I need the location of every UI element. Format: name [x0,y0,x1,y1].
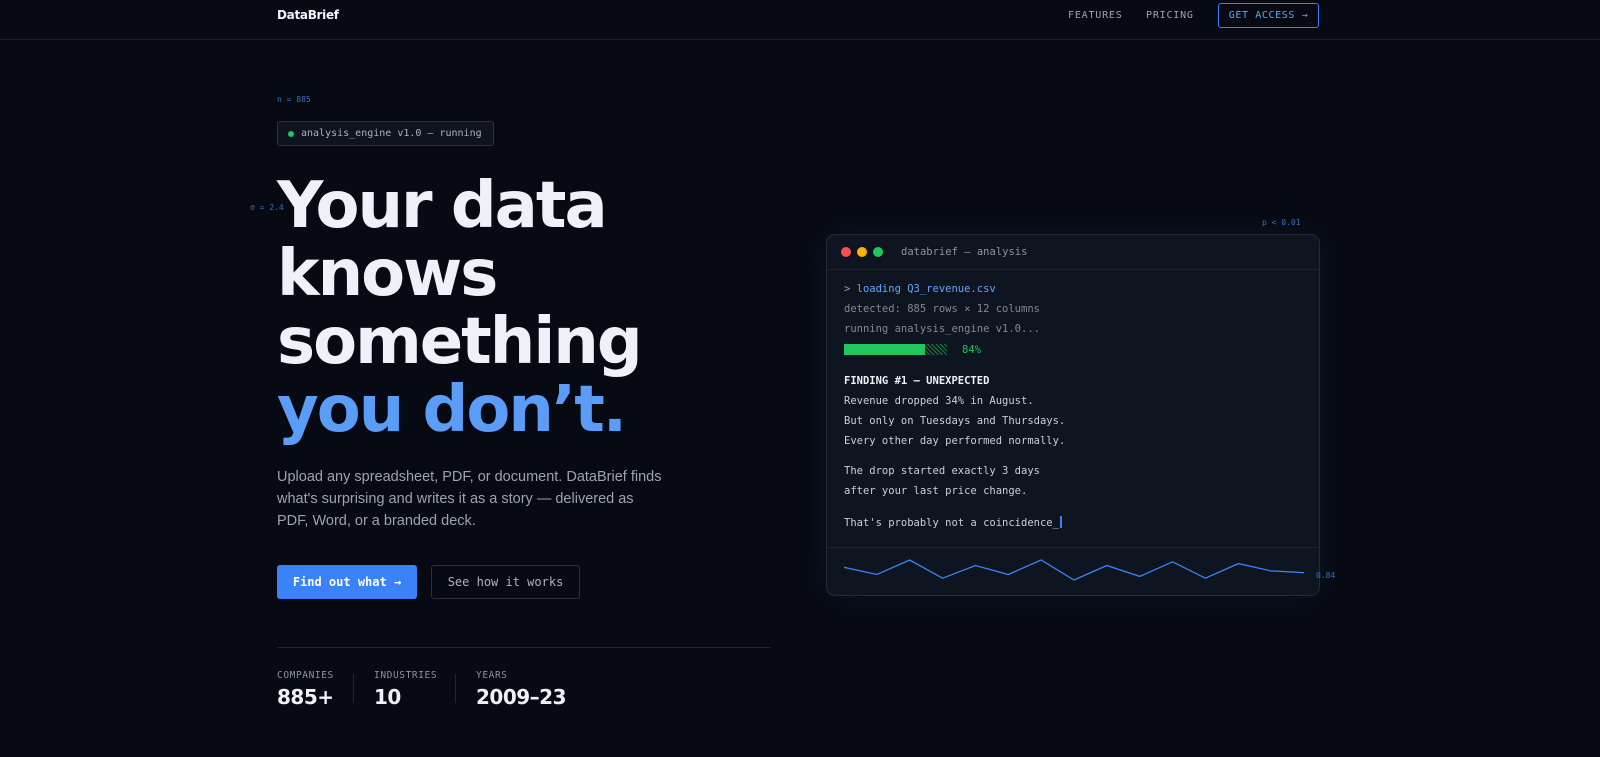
finding-title: FINDING #1 — UNEXPECTED [844,375,990,387]
finding-line: Revenue dropped 34% in August. [844,395,1034,407]
progress-bar [844,344,956,355]
status-badge: analysis_engine v1.0 — running [277,121,494,146]
terminal-window: databrief — analysis > loading Q3_revenu… [826,234,1320,596]
headline-line-3: something [277,305,643,379]
see-how-it-works-button[interactable]: See how it works [431,565,580,599]
close-dot-icon [841,247,851,257]
stat-label: INDUSTRIES [374,670,438,681]
stat-label: COMPANIES [277,670,334,681]
annotation-r: 0.84 [1316,571,1336,580]
hero-headline: Your data knows something you don’t. [277,169,643,447]
progress-label: 84% [962,344,981,356]
nav-link-features[interactable]: FEATURES [1068,10,1123,21]
stat-value: 2009–23 [476,685,567,709]
hero-subtext: Upload any spreadsheet, PDF, or document… [277,469,662,529]
stat-value: 10 [374,685,401,709]
top-nav: DataBrief FEATURES PRICING GET ACCESS → [0,0,1600,40]
sparkline-path [844,559,1304,581]
terminal-title: databrief — analysis [901,246,1028,258]
stat-years: YEARS 2009–23 [476,670,567,709]
annotation-p: p < 0.01 [1262,218,1301,227]
stat-label: YEARS [476,670,508,681]
stat-value: 885+ [277,685,334,709]
progress-fill [844,344,925,355]
stat-separator [353,674,354,703]
get-access-button[interactable]: GET ACCESS → [1218,3,1319,28]
terminal-command: > loading Q3_revenue.csv [844,283,996,295]
finding-line: But only on Tuesdays and Thursdays. [844,415,1066,427]
sparkline [844,559,1304,581]
drop-line: after your last price change. [844,485,1028,497]
stat-companies: COMPANIES 885+ [277,670,334,709]
nav-link-pricing[interactable]: PRICING [1146,10,1194,21]
status-dot-icon [288,130,294,137]
annotation-n: n = 885 [277,95,311,104]
headline-line-1: Your data [277,169,608,243]
terminal-footer-divider [827,547,1319,548]
terminal-running: running analysis_engine v1.0... [844,323,1040,335]
terminal-detected: detected: 885 rows × 12 columns [844,303,1040,315]
minimize-dot-icon [857,247,867,257]
progress-remaining [925,344,947,355]
conclusion-text: That's probably not a coincidence_ [844,517,1059,529]
progress-row: 84% [844,344,1004,356]
terminal-titlebar: databrief — analysis [827,235,1319,270]
maximize-dot-icon [873,247,883,257]
headline-accent: you don’t. [277,373,627,447]
stat-industries: INDUSTRIES 10 [374,670,437,709]
finding-line: Every other day performed normally. [844,435,1066,447]
stats-divider [277,647,771,648]
find-out-what-button[interactable]: Find out what → [277,565,417,599]
drop-line: The drop started exactly 3 days [844,465,1040,477]
conclusion-line: That's probably not a coincidence_ [844,516,1062,529]
stat-separator [455,674,456,703]
status-text: analysis_engine v1.0 — running [301,128,482,139]
text-cursor [1059,516,1062,528]
logo[interactable]: DataBrief [277,8,339,22]
headline-line-2: knows [277,237,498,311]
